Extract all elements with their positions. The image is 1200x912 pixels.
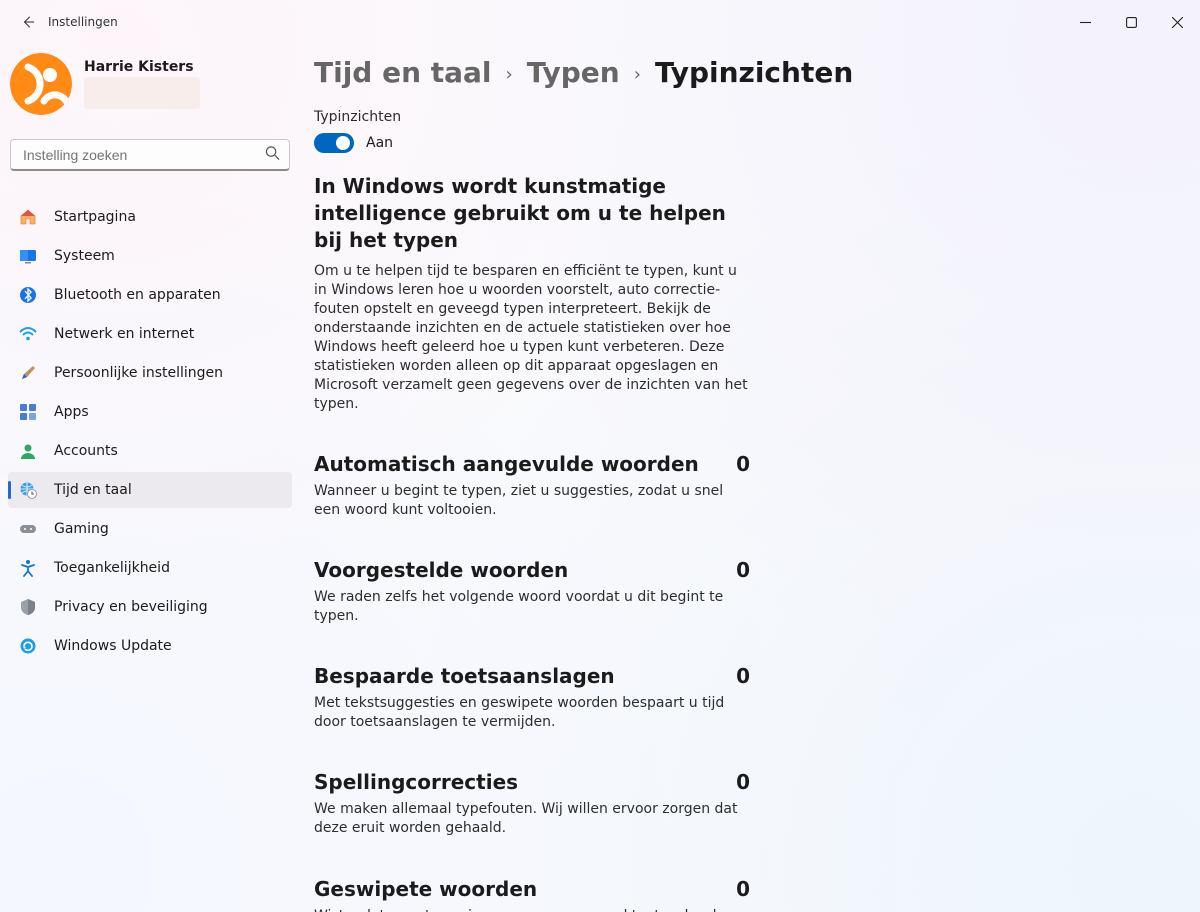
- sidebar-item-label: Startpagina: [54, 209, 136, 225]
- close-icon: [1172, 17, 1183, 28]
- avatar: [10, 53, 72, 115]
- arrow-left-icon: [21, 15, 35, 29]
- sidebar-item-label: Toegankelijkheid: [54, 560, 170, 576]
- sidebar-item-bluetooth[interactable]: Bluetooth en apparaten: [8, 277, 292, 313]
- sidebar-item-network[interactable]: Netwerk en internet: [8, 316, 292, 352]
- breadcrumb-item[interactable]: Typen: [527, 56, 620, 89]
- stat-desc: Wanneer u begint te typen, ziet u sugges…: [314, 482, 750, 520]
- system-icon: [18, 246, 38, 266]
- breadcrumb-item[interactable]: Tijd en taal: [314, 56, 492, 89]
- maximize-button[interactable]: [1108, 6, 1154, 38]
- stat-value: 0: [736, 452, 750, 476]
- brush-icon: [18, 363, 38, 383]
- back-button[interactable]: [8, 2, 48, 42]
- close-button[interactable]: [1154, 6, 1200, 38]
- stat-value: 0: [736, 877, 750, 901]
- sidebar-item-home[interactable]: Startpagina: [8, 199, 292, 235]
- minimize-icon: [1080, 17, 1091, 28]
- stat-title: Voorgestelde woorden: [314, 558, 568, 582]
- typing-description: Om u te helpen tijd te besparen en effic…: [314, 262, 750, 414]
- update-icon: [18, 636, 38, 656]
- globe-clock-icon: [18, 480, 38, 500]
- toggle-label: Aan: [366, 135, 393, 151]
- breadcrumb-current: Typinzichten: [655, 56, 853, 89]
- sidebar-item-label: Windows Update: [54, 638, 172, 654]
- sidebar-item-label: Persoonlijke instellingen: [54, 365, 223, 381]
- stat-title: Bespaarde toetsaanslagen: [314, 664, 615, 688]
- typing-heading: In Windows wordt kunstmatige intelligenc…: [314, 173, 750, 254]
- toggle-knob: [336, 136, 350, 150]
- profile-email-placeholder: [84, 77, 200, 109]
- stat-keystrokes-saved: Bespaarde toetsaanslagen 0 Met tekstsugg…: [314, 664, 750, 732]
- sidebar-item-label: Accounts: [54, 443, 118, 459]
- sidebar-item-accounts[interactable]: Accounts: [8, 433, 292, 469]
- gamepad-icon: [18, 519, 38, 539]
- stat-desc: We maken allemaal typefouten. Wij willen…: [314, 800, 750, 838]
- sidebar-item-label: Gaming: [54, 521, 109, 537]
- sidebar-item-label: Tijd en taal: [54, 482, 132, 498]
- stat-title: Automatisch aangevulde woorden: [314, 452, 699, 476]
- search-box: [10, 139, 290, 171]
- window-title: Instellingen: [48, 15, 118, 29]
- stat-desc: We raden zelfs het volgende woord voorda…: [314, 588, 750, 626]
- bluetooth-icon: [18, 285, 38, 305]
- sidebar-item-windows-update[interactable]: Windows Update: [8, 628, 292, 664]
- stat-value: 0: [736, 664, 750, 688]
- stat-value: 0: [736, 770, 750, 794]
- sidebar-item-label: Apps: [54, 404, 89, 420]
- chevron-right-icon: ›: [624, 64, 651, 85]
- stat-autocompleted-words: Automatisch aangevulde woorden 0 Wanneer…: [314, 452, 750, 520]
- sidebar-item-gaming[interactable]: Gaming: [8, 511, 292, 547]
- stat-desc: Wist u dat u met uw vinger over een aanr…: [314, 907, 750, 912]
- sidebar-item-accessibility[interactable]: Toegankelijkheid: [8, 550, 292, 586]
- sidebar-item-label: Systeem: [54, 248, 115, 264]
- chevron-right-icon: ›: [496, 64, 523, 85]
- titlebar: Instellingen: [0, 0, 1200, 44]
- stat-desc: Met tekstsuggesties en geswipete woorden…: [314, 694, 750, 732]
- sidebar-item-privacy[interactable]: Privacy en beveiliging: [8, 589, 292, 625]
- sidebar: Harrie Kisters Startpagina Systeem Bluet…: [0, 44, 300, 912]
- sidebar-nav: Startpagina Systeem Bluetooth en apparat…: [4, 199, 296, 664]
- stat-value: 0: [736, 558, 750, 582]
- wifi-icon: [18, 324, 38, 344]
- apps-icon: [18, 402, 38, 422]
- shield-icon: [18, 597, 38, 617]
- sidebar-item-label: Netwerk en internet: [54, 326, 194, 342]
- typing-insights-toggle[interactable]: [314, 133, 354, 153]
- sidebar-item-apps[interactable]: Apps: [8, 394, 292, 430]
- breadcrumb: Tijd en taal › Typen › Typinzichten: [314, 56, 1160, 89]
- person-icon: [18, 441, 38, 461]
- sidebar-item-system[interactable]: Systeem: [8, 238, 292, 274]
- profile-name: Harrie Kisters: [84, 59, 200, 75]
- stat-spelling-corrections: Spellingcorrecties 0 We maken allemaal t…: [314, 770, 750, 838]
- main-content: Tijd en taal › Typen › Typinzichten Typi…: [300, 44, 1200, 912]
- search-icon: [265, 146, 280, 165]
- profile-block[interactable]: Harrie Kisters: [4, 49, 296, 123]
- minimize-button[interactable]: [1062, 6, 1108, 38]
- stat-suggested-words: Voorgestelde woorden 0 We raden zelfs he…: [314, 558, 750, 626]
- sidebar-item-label: Privacy en beveiliging: [54, 599, 208, 615]
- stat-title: Spellingcorrecties: [314, 770, 518, 794]
- accessibility-icon: [18, 558, 38, 578]
- typing-insights-toggle-row: Aan: [314, 133, 1160, 153]
- search-input[interactable]: [10, 139, 290, 171]
- sidebar-item-label: Bluetooth en apparaten: [54, 287, 221, 303]
- stat-swiped-words: Geswipete woorden 0 Wist u dat u met uw …: [314, 877, 750, 912]
- home-icon: [18, 207, 38, 227]
- sidebar-item-personalization[interactable]: Persoonlijke instellingen: [8, 355, 292, 391]
- section-label: Typinzichten: [314, 109, 1160, 125]
- maximize-icon: [1126, 17, 1137, 28]
- stat-title: Geswipete woorden: [314, 877, 537, 901]
- sidebar-item-time-language[interactable]: Tijd en taal: [8, 472, 292, 508]
